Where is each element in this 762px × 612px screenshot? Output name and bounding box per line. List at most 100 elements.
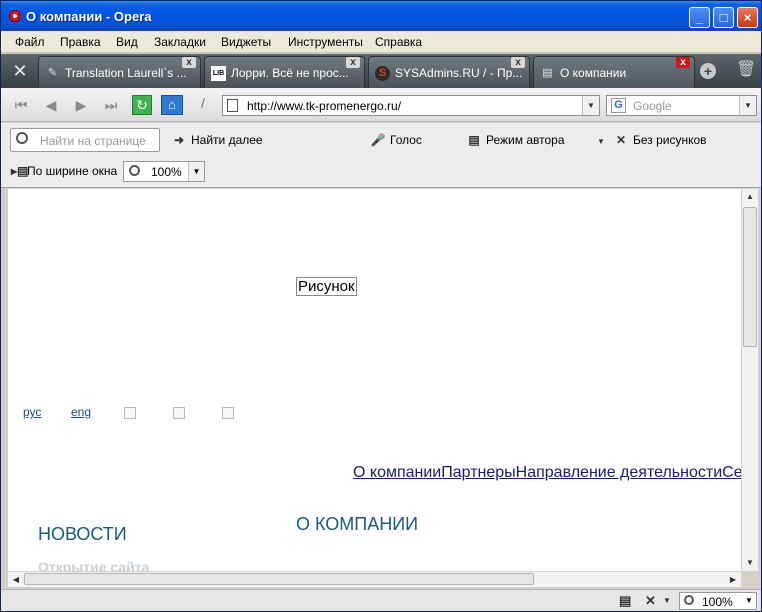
tab-sysadmins[interactable]: S SYSAdmins.RU / - Пр... x xyxy=(368,56,530,88)
broken-image-icon[interactable] xyxy=(124,407,136,419)
document-icon: ▤ xyxy=(542,67,553,79)
menu-file[interactable]: Файл xyxy=(15,35,45,49)
menu-widgets[interactable]: Виджеты xyxy=(221,35,271,49)
tab-lorri[interactable]: LIB Лорри. Всё не прос... x xyxy=(204,56,365,88)
wand-icon[interactable]: / xyxy=(193,95,213,115)
new-tab-plus-icon[interactable]: + xyxy=(700,63,716,79)
tab-close-icon[interactable]: x xyxy=(346,57,360,68)
search-dropdown-icon[interactable]: ▼ xyxy=(739,96,756,115)
status-zoom-dropdown-icon[interactable]: ▼ xyxy=(742,593,756,609)
menu-edit[interactable]: Правка xyxy=(60,35,101,49)
broken-image-icon[interactable] xyxy=(173,407,185,419)
find-placeholder: Найти на странице xyxy=(40,134,146,148)
x-icon: ✕ xyxy=(615,133,627,147)
reload-icon[interactable]: ↻ xyxy=(132,95,152,115)
home-icon[interactable]: ⌂ xyxy=(161,95,183,115)
minimize-button[interactable]: _ xyxy=(689,7,710,28)
trash-icon[interactable]: 🗑 xyxy=(736,59,756,81)
broken-image-icon[interactable] xyxy=(222,407,234,419)
fast-forward-icon[interactable]: ⏭ xyxy=(101,95,121,115)
image-placeholder: Рисунок xyxy=(296,277,357,296)
tab-close-icon[interactable]: x xyxy=(182,57,196,68)
tab-translation[interactable]: ✎ Translation Laurell`s ... x xyxy=(38,56,201,88)
tab-label: Лорри. Всё не прос... xyxy=(231,66,349,80)
rewind-icon[interactable]: ⏮ xyxy=(11,95,31,115)
menu-help[interactable]: Справка xyxy=(375,35,422,49)
status-zoom-value: 100% xyxy=(702,595,733,609)
zoom-dropdown-icon[interactable]: ▼ xyxy=(188,162,204,181)
scroll-up-arrow-icon[interactable]: ▲ xyxy=(742,189,758,205)
news-heading: НОВОСТИ xyxy=(38,524,127,544)
window-title: О компании - Opera xyxy=(26,9,152,24)
author-mode-dropdown[interactable]: ▼ xyxy=(597,133,609,147)
maximize-button[interactable]: □ xyxy=(713,7,734,28)
tab-close-icon[interactable]: x xyxy=(511,57,525,68)
back-arrow-icon[interactable]: ◀ xyxy=(41,95,61,115)
vertical-scrollbar[interactable]: ▲ ▼ xyxy=(741,189,758,571)
document-icon: ▤ xyxy=(468,133,480,147)
navigation-bar: ⏮ ◀ ▶ ⏭ ↻ ⌂ / http://www.tk-promenergo.r… xyxy=(1,88,761,122)
find-next-label: Найти далее xyxy=(191,133,263,147)
menu-bookmarks[interactable]: Закладки xyxy=(154,35,206,49)
page-icon xyxy=(227,99,238,112)
x-icon[interactable]: ✕ xyxy=(645,593,656,609)
voice-button[interactable]: 🎤 Голос xyxy=(370,133,422,147)
search-field[interactable]: G Google ▼ xyxy=(606,95,757,116)
microphone-icon: 🎤 xyxy=(370,133,386,147)
sysadmins-favicon-icon: S xyxy=(375,66,390,81)
browser-window: О компании - Opera _ □ × Файл Правка Вид… xyxy=(0,0,762,612)
address-field[interactable]: http://www.tk-promenergo.ru/ ▼ xyxy=(222,95,600,116)
dropdown-arrow-icon: ▼ xyxy=(597,137,605,146)
status-zoom-select[interactable]: 100% ▼ xyxy=(679,592,757,610)
magnifier-icon xyxy=(16,132,28,144)
address-dropdown-icon[interactable]: ▼ xyxy=(582,96,599,115)
fit-width-icon[interactable]: ▤ xyxy=(619,593,631,609)
zoom-value: 100% xyxy=(151,165,182,179)
author-mode-button[interactable]: ▤ Режим автора xyxy=(466,133,565,147)
page-viewport: Рисунок рус eng О компанииПартнерыНаправ… xyxy=(8,189,741,571)
pencil-icon: ✎ xyxy=(47,67,58,79)
forward-arrow-icon[interactable]: ▶ xyxy=(71,95,91,115)
menu-bar: Файл Правка Вид Закладки Виджеты Инструм… xyxy=(1,31,761,53)
nav-link-partners[interactable]: Партнеры xyxy=(441,464,515,481)
scroll-left-arrow-icon[interactable]: ◀ xyxy=(8,572,24,587)
nav-link-about[interactable]: О компании xyxy=(353,464,441,481)
news-item-link[interactable]: Открытие сайта xyxy=(38,559,149,571)
search-placeholder: Google xyxy=(633,99,672,113)
horizontal-scrollbar[interactable]: ◀ ▶ xyxy=(8,571,741,587)
arrow-right-icon: ➜ xyxy=(173,133,185,147)
tab-about-company[interactable]: ▤ О компании x xyxy=(533,56,695,88)
zoom-magnifier-icon xyxy=(684,595,694,605)
vertical-scroll-thumb[interactable] xyxy=(743,207,757,347)
fit-width-button[interactable]: ▸▤По ширине окна xyxy=(11,164,117,178)
scroll-down-arrow-icon[interactable]: ▼ xyxy=(742,555,758,571)
nav-link-services[interactable]: Сер xyxy=(722,464,741,481)
zoom-select[interactable]: 100% ▼ xyxy=(123,161,205,182)
find-next-button[interactable]: ➜ Найти далее xyxy=(171,133,263,147)
fit-width-icon: ▸▤ xyxy=(11,164,29,178)
scroll-right-arrow-icon[interactable]: ▶ xyxy=(725,572,741,587)
fit-width-label: По ширине окна xyxy=(27,164,118,178)
nav-link-activity[interactable]: Направление деятельности xyxy=(516,464,722,481)
google-icon[interactable]: G xyxy=(611,98,626,113)
menu-tools[interactable]: Инструменты xyxy=(288,35,363,49)
lib-favicon-icon: LIB xyxy=(211,66,226,81)
about-heading: О КОМПАНИИ xyxy=(296,514,419,534)
url-text: http://www.tk-promenergo.ru/ xyxy=(247,99,402,113)
dropdown-arrow-icon[interactable]: ▼ xyxy=(663,596,671,605)
no-images-label: Без рисунков xyxy=(633,133,707,147)
tab-close-icon[interactable]: x xyxy=(676,57,690,68)
author-mode-label: Режим автора xyxy=(486,133,565,147)
menu-view[interactable]: Вид xyxy=(116,35,138,49)
find-in-page-input[interactable]: Найти на странице xyxy=(10,128,160,152)
close-button[interactable]: × xyxy=(737,7,758,28)
tab-label: Translation Laurell`s ... xyxy=(65,66,187,80)
horizontal-scroll-thumb[interactable] xyxy=(24,573,534,585)
tab-label: SYSAdmins.RU / - Пр... xyxy=(395,66,523,80)
voice-label: Голос xyxy=(390,133,422,147)
panel-toggle-wrench-icon[interactable]: ✕ xyxy=(5,58,35,86)
no-images-button[interactable]: ✕ Без рисунков xyxy=(613,133,707,147)
tab-label: О компании xyxy=(560,66,627,80)
lang-ru-link[interactable]: рус xyxy=(23,405,41,419)
lang-en-link[interactable]: eng xyxy=(71,405,91,419)
